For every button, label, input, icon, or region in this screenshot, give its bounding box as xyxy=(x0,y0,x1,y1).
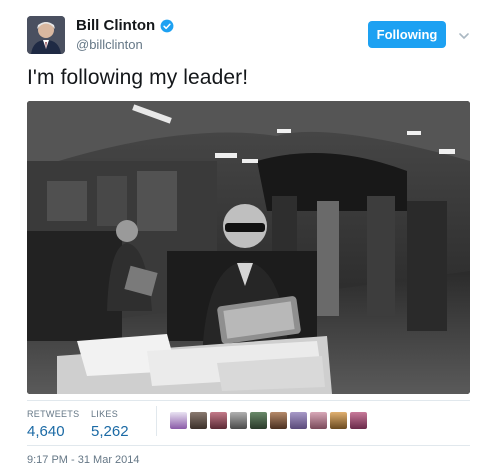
author-name-row[interactable]: Bill Clinton xyxy=(76,17,174,34)
tweet-card: Bill Clinton @billclinton Following I'm … xyxy=(0,0,500,472)
author-handle[interactable]: @billclinton xyxy=(76,37,143,52)
likes-stat[interactable]: LIKES 5,262 xyxy=(91,409,129,440)
liker-avatar[interactable] xyxy=(250,412,267,429)
likes-count[interactable]: 5,262 xyxy=(91,423,129,440)
liker-avatar[interactable] xyxy=(170,412,187,429)
liker-avatar[interactable] xyxy=(270,412,287,429)
author-name[interactable]: Bill Clinton xyxy=(76,17,155,34)
liker-avatar[interactable] xyxy=(190,412,207,429)
stats-divider-bottom xyxy=(27,445,470,446)
tweet-text: I'm following my leader! xyxy=(27,66,249,89)
liker-avatar[interactable] xyxy=(230,412,247,429)
verified-badge-icon xyxy=(160,19,174,33)
likes-label: LIKES xyxy=(91,409,119,419)
retweets-stat[interactable]: RETWEETS 4,640 xyxy=(27,409,79,440)
tweet-photo[interactable] xyxy=(27,101,470,394)
avatar[interactable] xyxy=(27,16,65,54)
retweets-label: RETWEETS xyxy=(27,409,80,419)
stats-vertical-divider xyxy=(156,406,157,436)
stats-divider-top xyxy=(27,400,470,401)
liker-avatar[interactable] xyxy=(290,412,307,429)
chevron-down-icon[interactable] xyxy=(458,28,470,46)
liker-avatar[interactable] xyxy=(310,412,327,429)
liker-avatar[interactable] xyxy=(210,412,227,429)
liker-avatar[interactable] xyxy=(330,412,347,429)
following-button[interactable]: Following xyxy=(368,21,446,48)
tweet-timestamp[interactable]: 9:17 PM - 31 Mar 2014 xyxy=(27,454,140,466)
liker-avatar[interactable] xyxy=(350,412,367,429)
liker-avatars xyxy=(170,412,370,429)
retweets-count[interactable]: 4,640 xyxy=(27,423,79,440)
